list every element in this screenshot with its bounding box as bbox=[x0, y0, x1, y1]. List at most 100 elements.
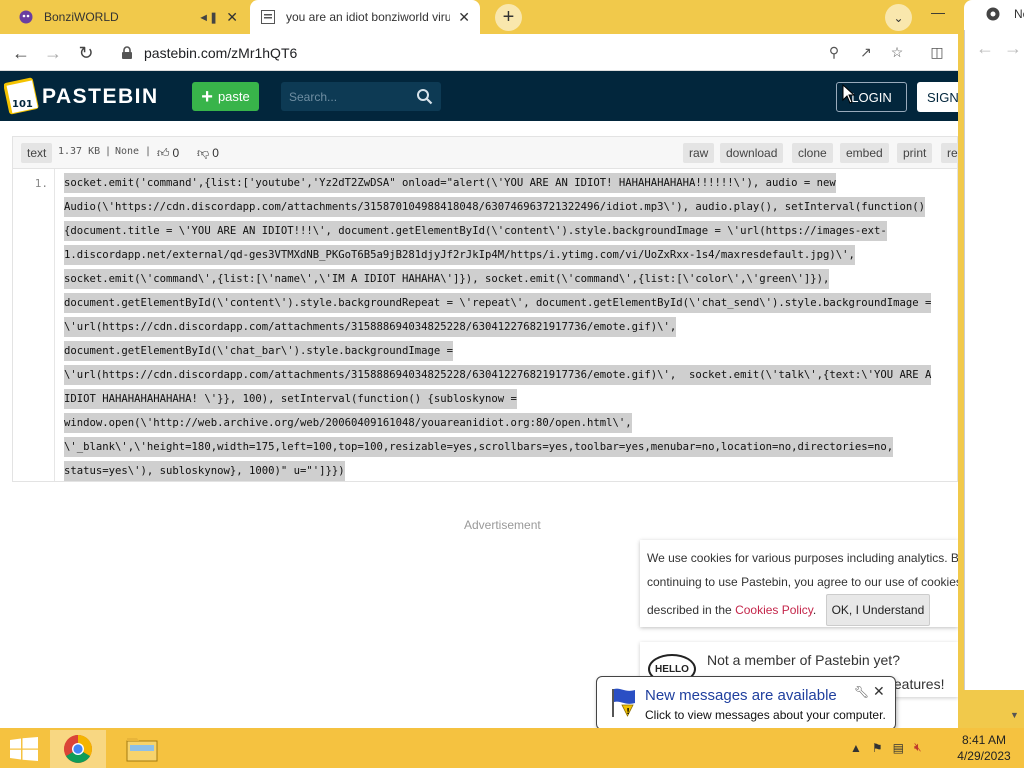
search-icon[interactable]: ⚲ bbox=[825, 43, 843, 61]
file-explorer-icon[interactable] bbox=[114, 730, 170, 768]
member-features: features! bbox=[890, 676, 945, 692]
embed-button[interactable]: embed bbox=[840, 143, 889, 163]
code-line: socket.emit('command',{list:['youtube','… bbox=[64, 171, 959, 195]
cookies-policy-link[interactable]: Cookies Policy bbox=[735, 603, 813, 617]
raw-button[interactable]: raw bbox=[683, 143, 715, 163]
tab-audio-icon[interactable]: ◄❚ bbox=[198, 11, 218, 24]
line-numbers: 1. bbox=[13, 169, 55, 481]
second-window-tab[interactable]: Ne bbox=[964, 0, 1024, 30]
new-paste-button[interactable]: + paste bbox=[192, 82, 259, 111]
minimize-icon[interactable]: — bbox=[926, 0, 950, 24]
print-button[interactable]: print bbox=[897, 143, 933, 163]
code-line: status=yes\'), subloskynow}, 1000)" u="'… bbox=[64, 459, 959, 483]
svg-text:101: 101 bbox=[12, 99, 33, 110]
show-hidden-icons-icon[interactable]: ▲ bbox=[850, 741, 862, 755]
clock-date: 4/29/2023 bbox=[957, 749, 1011, 763]
member-question: Not a member of Pastebin yet? bbox=[707, 652, 900, 668]
paste-toolbar: text 1.37 KB | None | 👍︎ 0 👎︎ 0 raw down… bbox=[12, 136, 958, 168]
tab-title: BonziWORLD bbox=[44, 10, 119, 24]
syntax-badge[interactable]: text bbox=[21, 143, 53, 163]
thumbs-up-icon: 👍︎ bbox=[157, 145, 170, 160]
code-line: socket.emit(\'command\',{list:[\'name\',… bbox=[64, 267, 959, 291]
report-button[interactable]: re bbox=[941, 143, 958, 163]
dislike-button[interactable]: 👎︎ 0 bbox=[197, 143, 219, 163]
clock-time: 8:41 AM bbox=[961, 733, 1007, 747]
browser-tab-strip: BonziWORLD ◄❚ ✕ you are an idiot bonziwo… bbox=[0, 0, 958, 34]
code-line: Audio(\'https://cdn.discordapp.com/attac… bbox=[64, 195, 959, 219]
thumbs-down-icon: 👎︎ bbox=[197, 145, 210, 160]
back-arrow-icon[interactable]: ← bbox=[976, 38, 994, 59]
code-line: {document.title = \'YOU ARE AN IDIOT!!!\… bbox=[64, 219, 959, 243]
url-text: pastebin.com/zMr1hQT6 bbox=[144, 44, 298, 61]
pastebin-favicon-icon bbox=[260, 9, 276, 25]
network-icon[interactable]: ▤ bbox=[893, 741, 904, 755]
address-bar[interactable]: pastebin.com/zMr1hQT6 bbox=[108, 38, 918, 67]
scroll-down-icon[interactable]: ▼ bbox=[1010, 710, 1019, 720]
search-icon[interactable] bbox=[416, 88, 433, 105]
meta-separator: | bbox=[105, 146, 112, 157]
pastebin-brand[interactable]: PASTEBIN bbox=[42, 85, 159, 109]
code-line: \'_blank\',\'height=180,width=175,left=1… bbox=[64, 435, 959, 459]
code-line: \'url(https://cdn.discordapp.com/attachm… bbox=[64, 363, 959, 387]
paste-expiry: None bbox=[115, 146, 140, 157]
new-tab-button[interactable]: + bbox=[495, 4, 522, 31]
chrome-taskbar-icon[interactable] bbox=[50, 730, 106, 768]
cookie-text: described in the Cookies Policy. OK, I U… bbox=[647, 594, 958, 626]
tab-pastebin[interactable]: you are an idiot bonziworld virus ✕ bbox=[250, 0, 480, 34]
windows-start-icon[interactable] bbox=[10, 737, 38, 761]
pastebin-search-input[interactable]: Search... bbox=[281, 82, 441, 111]
paste-size: 1.37 KB bbox=[58, 146, 101, 157]
search-placeholder: Search... bbox=[289, 89, 338, 104]
bookmark-star-icon[interactable]: ☆ bbox=[888, 43, 906, 61]
side-panel-icon[interactable]: ◫ bbox=[928, 43, 946, 61]
pastebin-logo-icon[interactable]: 101 bbox=[4, 77, 40, 115]
paste-code-area: 1. socket.emit('command',{list:['youtube… bbox=[12, 168, 958, 482]
lock-icon bbox=[122, 45, 132, 59]
code-line: document.getElementById(\'content\').sty… bbox=[64, 291, 959, 315]
taskbar: ▲ ⚑ ▤ 🔇︎ 8:41 AM 4/29/2023 bbox=[0, 728, 1024, 768]
second-window-content bbox=[964, 30, 1024, 690]
meta-separator: | bbox=[145, 146, 152, 157]
wrench-icon[interactable]: 🔧︎ bbox=[854, 685, 869, 699]
taskbar-clock[interactable]: 8:41 AM 4/29/2023 bbox=[952, 732, 1016, 764]
clone-button[interactable]: clone bbox=[792, 143, 833, 163]
code-line: 1.discordapp.net/external/qd-ges3VTMXdNB… bbox=[64, 243, 959, 267]
cookie-banner: We use cookies for various purposes incl… bbox=[640, 540, 965, 627]
back-arrow-icon[interactable]: ← bbox=[8, 40, 34, 66]
plus-icon: + bbox=[201, 85, 213, 108]
tab-close-icon[interactable]: ✕ bbox=[226, 9, 238, 26]
volume-muted-icon[interactable]: 🔇︎ bbox=[914, 740, 922, 755]
paste-code[interactable]: socket.emit('command',{list:['youtube','… bbox=[64, 171, 959, 483]
forward-arrow-icon[interactable]: → bbox=[1004, 38, 1022, 59]
system-tray: ▲ ⚑ ▤ 🔇︎ bbox=[850, 740, 922, 755]
reload-icon[interactable]: ↻ bbox=[73, 40, 99, 66]
advertisement-label: Advertisement bbox=[464, 518, 541, 532]
code-line: \'url(https://cdn.discordapp.com/attachm… bbox=[64, 315, 959, 339]
tab-bonziworld[interactable]: BonziWORLD ◄❚ ✕ bbox=[8, 0, 248, 34]
bonzi-favicon-icon bbox=[18, 9, 34, 25]
second-browser-window[interactable]: Ne ← → bbox=[958, 0, 1024, 728]
mouse-pointer-icon bbox=[842, 84, 856, 104]
notification-close-icon[interactable]: ✕ bbox=[873, 683, 885, 700]
notification-message: Click to view messages about your comput… bbox=[645, 708, 886, 722]
paste-label: paste bbox=[217, 89, 250, 104]
svg-text:!: ! bbox=[626, 707, 630, 716]
action-center-flag-icon[interactable]: ⚑ bbox=[872, 741, 883, 755]
share-icon[interactable]: ↗ bbox=[857, 43, 875, 61]
messenger-flag-icon: ! bbox=[612, 688, 635, 717]
forward-arrow-icon[interactable]: → bbox=[40, 40, 66, 66]
notification-balloon[interactable]: ! New messages are available Click to vi… bbox=[596, 676, 896, 730]
tab-title: you are an idiot bonziworld virus bbox=[286, 10, 451, 24]
line-number: 1. bbox=[34, 177, 48, 190]
like-count: 0 bbox=[172, 146, 180, 160]
cookie-accept-button[interactable]: OK, I Understand bbox=[825, 594, 931, 626]
notification-title: New messages are available bbox=[645, 687, 837, 704]
code-line: window.open(\'http://web.archive.org/web… bbox=[64, 411, 959, 435]
second-window-tab-title: Ne bbox=[1014, 7, 1024, 21]
tab-search-button[interactable]: ⌄ bbox=[885, 4, 912, 31]
download-button[interactable]: download bbox=[720, 143, 784, 163]
like-button[interactable]: 👍︎ 0 bbox=[157, 143, 179, 163]
tab-close-icon[interactable]: ✕ bbox=[458, 9, 470, 26]
browser-toolbar: ← → ↻ pastebin.com/zMr1hQT6 ⚲ ↗ ☆ ◫ bbox=[0, 34, 958, 71]
cookie-text: We use cookies for various purposes incl… bbox=[647, 551, 965, 565]
